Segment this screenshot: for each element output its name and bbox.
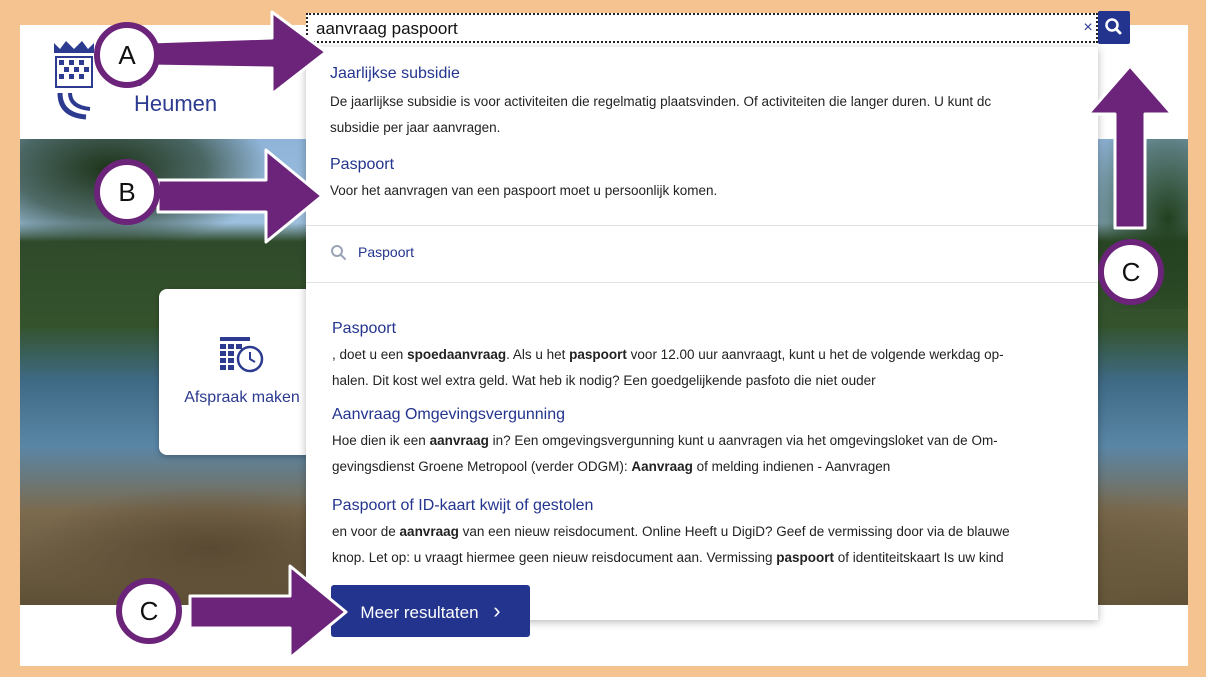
clear-search-icon[interactable]: × — [1081, 18, 1095, 38]
appointment-tile[interactable]: Afspraak maken — [159, 289, 325, 455]
more-results-label: Meer resultaten — [360, 603, 479, 622]
suggestion-description-line: Voor het aanvragen van een paspoort moet… — [330, 183, 718, 198]
result-title[interactable]: Aanvraag Omgevingsvergunning — [332, 406, 565, 424]
result-snippet-line: Hoe dien ik een aanvraag in? Een omgevin… — [332, 433, 998, 448]
suggestion-title[interactable]: Jaarlijkse subsidie — [330, 65, 460, 83]
search-bar[interactable] — [306, 13, 1098, 43]
callout-b: B — [94, 159, 160, 225]
result-snippet-line: , doet u een spoedaanvraag. Als u het pa… — [332, 347, 1004, 362]
hero-foliage — [20, 139, 320, 269]
result-snippet-line: halen. Dit kost wel extra geld. Wat heb … — [332, 373, 876, 388]
appointment-tile-label: Afspraak maken — [184, 389, 300, 406]
result-snippet: en voor de aanvraag van een nieuw reisdo… — [332, 519, 1072, 571]
result-snippet-line: gevingsdienst Groene Metropool (verder O… — [332, 459, 891, 474]
result-snippet: , doet u een spoedaanvraag. Als u het pa… — [332, 342, 1072, 394]
suggestion-description: De jaarlijkse subsidie is voor activitei… — [330, 89, 1060, 141]
result-title[interactable]: Paspoort — [332, 320, 396, 338]
search-autocomplete-dropdown: Jaarlijkse subsidie De jaarlijkse subsid… — [306, 47, 1098, 637]
suggestion-description-line: subsidie per jaar aanvragen. — [330, 120, 501, 135]
crown-shield-icon — [54, 41, 94, 120]
suggestion-description-line: De jaarlijkse subsidie is voor activitei… — [330, 94, 992, 109]
search-button[interactable] — [1098, 11, 1130, 44]
callout-a: A — [94, 22, 160, 88]
logo-text-bottom: Heumen — [134, 91, 218, 116]
calendar-clock-icon — [220, 337, 264, 373]
dropdown-divider — [306, 282, 1098, 283]
suggestion-title[interactable]: Paspoort — [330, 156, 394, 174]
more-results-button[interactable]: Meer resultaten › — [331, 585, 530, 637]
result-snippet-line: knop. Let op: u vraagt hiermee geen nieu… — [332, 550, 1004, 565]
dropdown-divider — [306, 225, 1098, 226]
result-snippet-line: en voor de aanvraag van een nieuw reisdo… — [332, 524, 1010, 539]
search-icon — [331, 245, 346, 260]
suggestion-description: Voor het aanvragen van een paspoort moet… — [330, 178, 1060, 204]
chevron-right-icon: › — [493, 598, 501, 623]
search-input[interactable] — [316, 18, 1056, 40]
result-title[interactable]: Paspoort of ID-kaart kwijt of gestolen — [332, 497, 593, 515]
callout-c-bottom: C — [116, 578, 182, 644]
search-icon — [1105, 18, 1122, 35]
term-suggestion-label: Paspoort — [358, 244, 415, 260]
callout-c-top: C — [1098, 239, 1164, 305]
result-snippet: Hoe dien ik een aanvraag in? Een omgevin… — [332, 428, 1072, 480]
